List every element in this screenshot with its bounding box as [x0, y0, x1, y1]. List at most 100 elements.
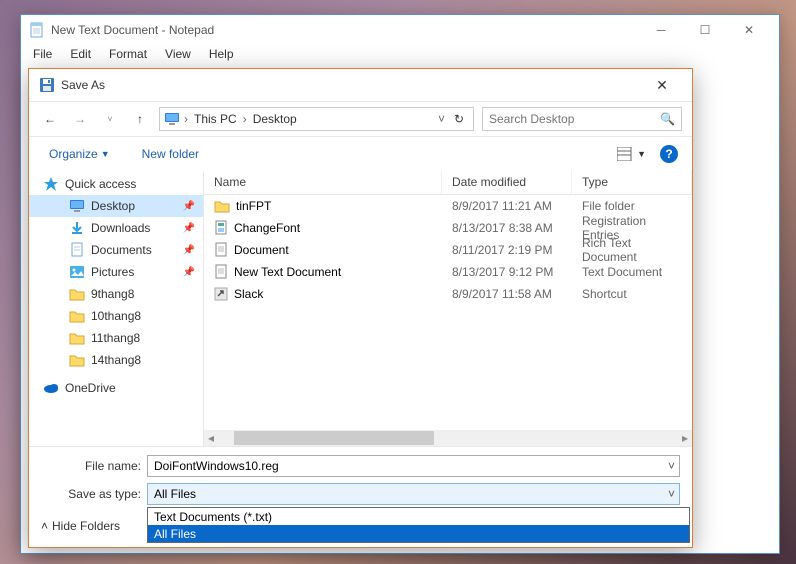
menu-file[interactable]: File [25, 45, 60, 65]
nav-item-desktop[interactable]: Desktop📌 [29, 195, 203, 217]
nav-recent-button[interactable]: ˅ [99, 108, 121, 130]
navigation-pane: Quick access Desktop📌Downloads📌Documents… [29, 171, 204, 446]
file-row[interactable]: Document 8/11/2017 2:19 PMRich Text Docum… [204, 239, 692, 261]
menu-view[interactable]: View [157, 45, 199, 65]
chevron-down-icon[interactable]: ˅ [668, 459, 675, 473]
menu-help[interactable]: Help [201, 45, 242, 65]
file-date: 8/9/2017 11:58 AM [442, 287, 572, 301]
saveastype-label: Save as type: [41, 487, 141, 501]
chevron-down-icon[interactable]: ˅ [668, 487, 675, 501]
column-type[interactable]: Type [572, 171, 692, 194]
file-list-header: Name Date modified Type [204, 171, 692, 195]
search-icon[interactable]: 🔍 [660, 112, 675, 126]
nav-item-downloads[interactable]: Downloads📌 [29, 217, 203, 239]
nav-item-10thang8[interactable]: 10thang8 [29, 305, 203, 327]
dialog-bottom-panel: File name: DoiFontWindows10.reg ˅ Save a… [29, 446, 692, 547]
download-icon [69, 220, 85, 236]
file-type: Rich Text Document [572, 236, 692, 264]
filename-field[interactable]: DoiFontWindows10.reg ˅ [147, 455, 680, 477]
pin-icon: 📌 [183, 223, 195, 234]
documents-icon [69, 242, 85, 258]
column-name[interactable]: Name [204, 171, 442, 194]
breadcrumb-thispc[interactable]: This PC [190, 112, 241, 126]
nav-quick-access[interactable]: Quick access [29, 173, 203, 195]
hide-folders-button[interactable]: ˄Hide Folders [41, 519, 120, 533]
file-date: 8/13/2017 9:12 PM [442, 265, 572, 279]
nav-item-14thang8[interactable]: 14thang8 [29, 349, 203, 371]
monitor-icon [162, 109, 182, 129]
chevron-right-icon[interactable]: › [182, 112, 190, 126]
saveastype-field[interactable]: All Files ˅ [147, 483, 680, 505]
help-button[interactable]: ? [660, 145, 678, 163]
breadcrumb[interactable]: › This PC › Desktop ˅ ↻ [159, 107, 474, 131]
type-option-all[interactable]: All Files [148, 525, 689, 542]
folder-icon [69, 308, 85, 324]
file-list: Name Date modified Type tinFPT 8/9/2017 1… [204, 171, 692, 446]
file-name: New Text Document [234, 265, 341, 279]
file-type: Text Document [572, 265, 692, 279]
saveastype-value: All Files [154, 487, 196, 501]
notepad-titlebar: New Text Document - Notepad ─ ☐ ✕ [21, 15, 779, 45]
dialog-close-button[interactable]: ✕ [642, 77, 682, 94]
save-as-dialog: Save As ✕ ← → ˅ ↑ › This PC › Desktop ˅ … [28, 68, 693, 548]
folder-icon [69, 330, 85, 346]
desktop-icon [69, 198, 85, 214]
dialog-titlebar: Save As ✕ [29, 69, 692, 101]
saveastype-dropdown: Text Documents (*.txt) All Files [147, 507, 690, 543]
notepad-menubar: File Edit Format View Help [21, 45, 779, 65]
filename-label: File name: [41, 459, 141, 473]
organize-button[interactable]: Organize▼ [43, 143, 116, 165]
cloud-icon [43, 380, 59, 396]
file-type: File folder [572, 199, 692, 213]
file-name: tinFPT [236, 199, 271, 213]
menu-edit[interactable]: Edit [62, 45, 99, 65]
chevron-down-icon: ▼ [637, 149, 646, 159]
close-button[interactable]: ✕ [727, 15, 771, 45]
file-name: Document [234, 243, 289, 257]
nav-item-11thang8[interactable]: 11thang8 [29, 327, 203, 349]
new-folder-button[interactable]: New folder [136, 143, 205, 165]
filename-value[interactable]: DoiFontWindows10.reg [154, 459, 279, 473]
breadcrumb-desktop[interactable]: Desktop [249, 112, 301, 126]
file-date: 8/13/2017 8:38 AM [442, 221, 572, 235]
dialog-toolbar: Organize▼ New folder ▼ ? [29, 137, 692, 171]
horizontal-scrollbar[interactable]: ◂▸ [204, 430, 692, 446]
folder-icon [214, 199, 230, 213]
pin-icon: 📌 [183, 267, 195, 278]
column-date[interactable]: Date modified [442, 171, 572, 194]
chevron-down-icon[interactable]: ˅ [436, 112, 447, 126]
maximize-button[interactable]: ☐ [683, 15, 727, 45]
doc-icon [214, 264, 228, 280]
doc-icon [214, 242, 228, 258]
search-input[interactable] [489, 112, 660, 126]
nav-forward-button[interactable]: → [69, 108, 91, 130]
file-row[interactable]: New Text Document 8/13/2017 9:12 PMText D… [204, 261, 692, 283]
nav-up-button[interactable]: ↑ [129, 108, 151, 130]
pin-icon: 📌 [183, 245, 195, 256]
chevron-right-icon[interactable]: › [241, 112, 249, 126]
view-options-button[interactable]: ▼ [613, 145, 650, 163]
save-icon [39, 77, 55, 93]
menu-format[interactable]: Format [101, 45, 155, 65]
scroll-left-icon[interactable]: ◂ [204, 431, 218, 445]
notepad-icon [29, 22, 45, 38]
minimize-button[interactable]: ─ [639, 15, 683, 45]
file-date: 8/9/2017 11:21 AM [442, 199, 572, 213]
search-box[interactable]: 🔍 [482, 107, 682, 131]
file-date: 8/11/2017 2:19 PM [442, 243, 572, 257]
type-option-txt[interactable]: Text Documents (*.txt) [148, 508, 689, 525]
shortcut-icon [214, 287, 228, 301]
scroll-right-icon[interactable]: ▸ [678, 431, 692, 445]
address-bar: ← → ˅ ↑ › This PC › Desktop ˅ ↻ 🔍 [29, 101, 692, 137]
file-type: Shortcut [572, 287, 692, 301]
nav-item-9thang8[interactable]: 9thang8 [29, 283, 203, 305]
nav-item-pictures[interactable]: Pictures📌 [29, 261, 203, 283]
nav-onedrive[interactable]: OneDrive [29, 377, 203, 399]
nav-back-button[interactable]: ← [39, 108, 61, 130]
refresh-button[interactable]: ↻ [447, 112, 471, 126]
reg-icon [214, 220, 228, 236]
file-row[interactable]: Slack 8/9/2017 11:58 AMShortcut [204, 283, 692, 305]
chevron-down-icon: ▼ [101, 149, 110, 159]
nav-item-documents[interactable]: Documents📌 [29, 239, 203, 261]
file-name: Slack [234, 287, 263, 301]
